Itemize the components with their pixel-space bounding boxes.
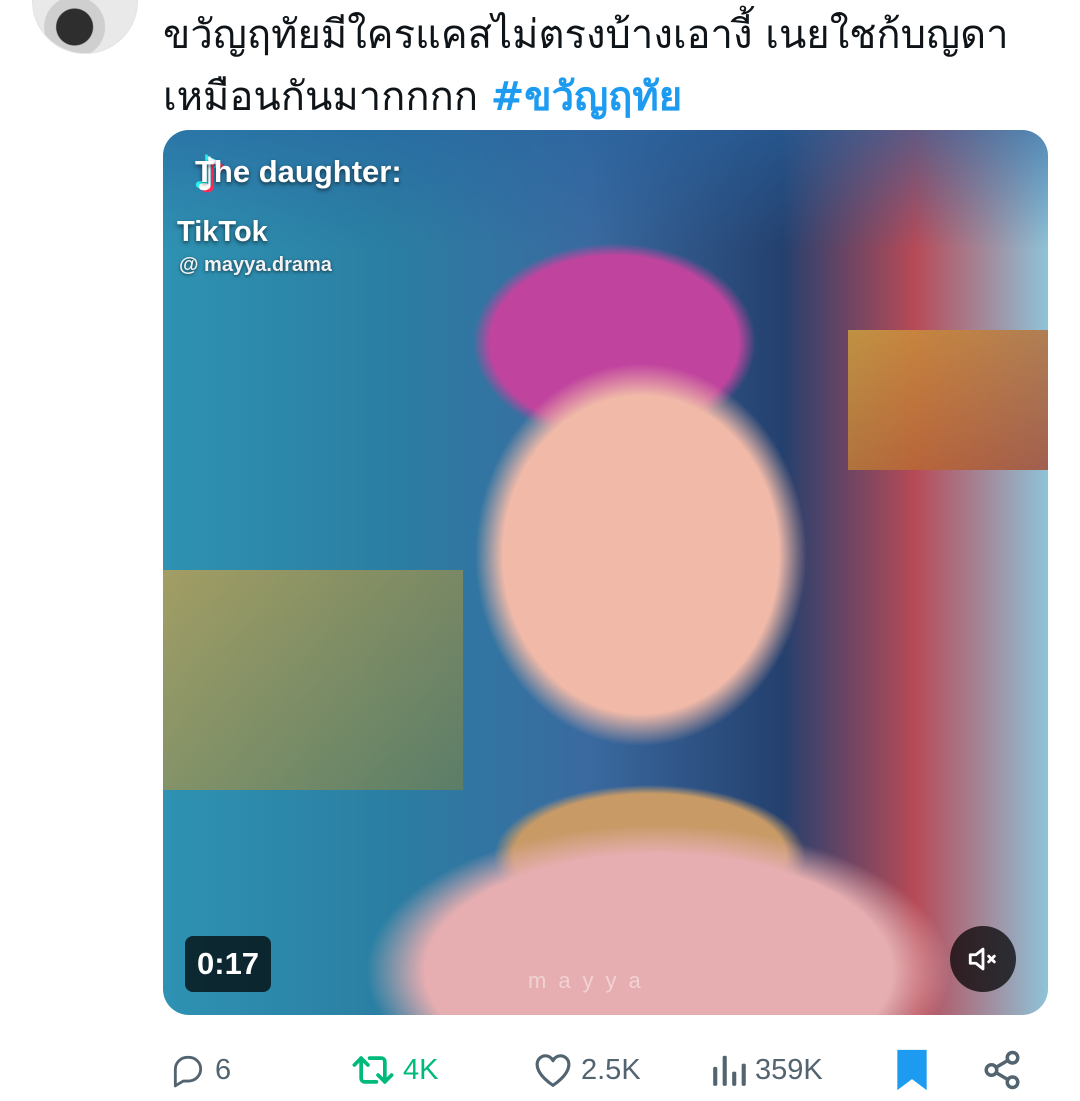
retweet-count: 4K	[403, 1053, 439, 1086]
mute-button[interactable]	[950, 926, 1016, 992]
retweet-button[interactable]: 4K	[351, 1040, 438, 1100]
video-overlay-handle: @ mayya.drama	[179, 254, 332, 276]
bookmark-icon	[897, 1049, 927, 1091]
video-player[interactable]: ♪ The daughter: TikTok @ mayya.drama may…	[163, 130, 1048, 1015]
views-count: 359K	[755, 1053, 823, 1086]
muted-speaker-icon	[968, 947, 996, 971]
reply-icon	[173, 1055, 203, 1088]
share-icon	[984, 1050, 1020, 1090]
share-button[interactable]	[981, 1040, 1023, 1100]
video-overlay-brand: TikTok	[177, 216, 268, 248]
tweet-actions-bar: 6 4K 2.5K 359K	[163, 1040, 1048, 1100]
video-watermark: mayya	[528, 968, 653, 993]
bookmark-button[interactable]	[895, 1040, 929, 1100]
hashtag-link[interactable]: #ขวัญฤทัย	[491, 74, 682, 120]
reply-count: 6	[215, 1053, 232, 1086]
background-panel	[163, 570, 463, 790]
like-button[interactable]: 2.5K	[533, 1040, 641, 1100]
author-avatar[interactable]	[32, 0, 138, 54]
heart-icon	[535, 1054, 571, 1087]
views-button[interactable]: 359K	[711, 1040, 823, 1100]
background-panel	[848, 330, 1048, 470]
retweet-icon	[352, 1056, 394, 1084]
tweet-text: ขวัญฤทัยมีใครแคสไม่ตรงบ้างเอางี้ เนยใชก้…	[163, 4, 1043, 128]
video-overlay-title: The daughter:	[195, 154, 402, 189]
like-count: 2.5K	[581, 1053, 641, 1086]
reply-button[interactable]: 6	[169, 1040, 231, 1100]
views-bar-chart-icon	[713, 1055, 746, 1086]
video-duration-badge: 0:17	[185, 936, 272, 992]
